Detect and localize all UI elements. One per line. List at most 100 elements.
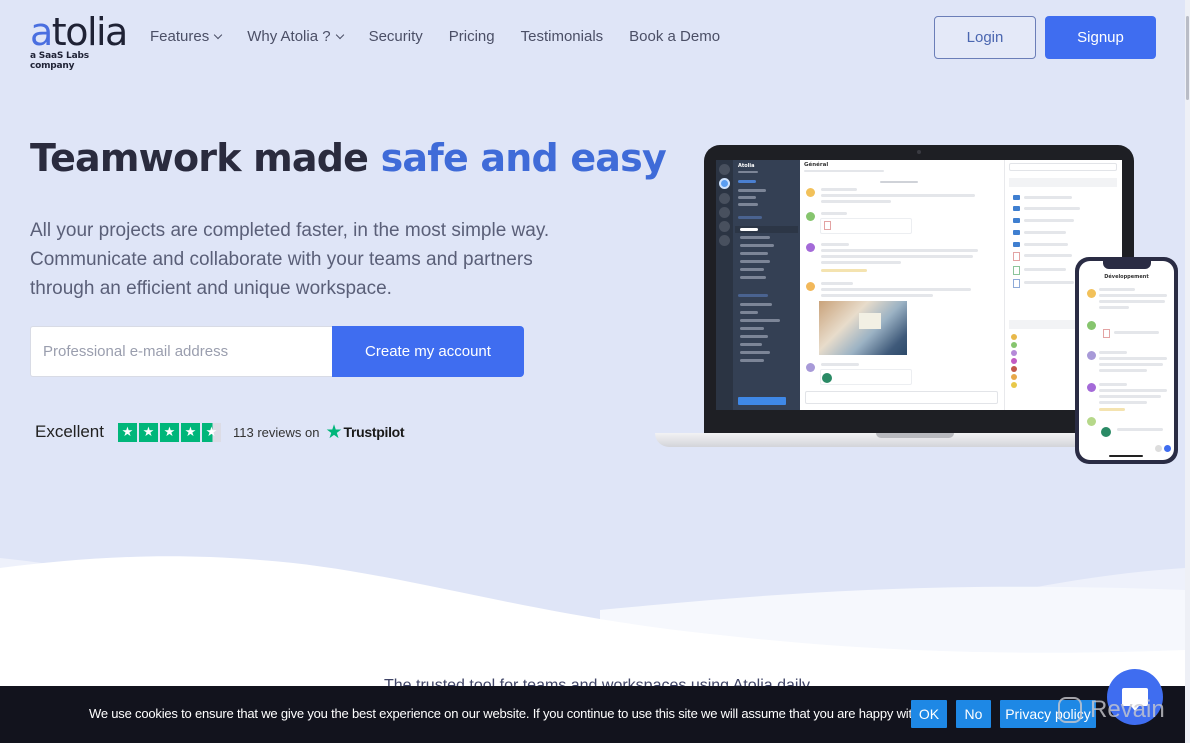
placeholder-line	[1024, 243, 1068, 246]
trustpilot-brand: Trustpilot	[343, 424, 405, 440]
nav-book-demo[interactable]: Book a Demo	[629, 28, 720, 45]
laptop-notch	[876, 433, 954, 438]
placeholder-line	[821, 243, 849, 246]
placeholder-line	[1024, 281, 1074, 284]
nav-security[interactable]: Security	[369, 28, 423, 45]
trustpilot-review-count: 113 reviews on	[232, 424, 320, 440]
scrollbar-thumb[interactable]	[1186, 16, 1189, 100]
login-button[interactable]: Login	[934, 16, 1036, 59]
email-input[interactable]	[30, 326, 332, 377]
workspace-dot-active	[719, 178, 730, 189]
avatar	[1087, 383, 1096, 392]
star-icon: ★	[117, 422, 137, 442]
main-nav: Features Why Atolia ? Security Pricing T…	[150, 28, 746, 45]
placeholder-line	[821, 255, 973, 258]
avatar	[806, 282, 815, 291]
spreadsheet-file-icon	[1013, 266, 1020, 275]
placeholder-line	[1099, 395, 1161, 398]
placeholder-line	[740, 268, 764, 271]
star-icon: ★	[159, 422, 179, 442]
folder-icon	[1013, 242, 1020, 247]
avatar	[806, 363, 815, 372]
workspace-dot	[719, 164, 730, 175]
workspace-dot	[719, 221, 730, 232]
member-avatar	[1011, 342, 1017, 348]
folder-icon	[1013, 195, 1020, 200]
signup-form: Create my account	[30, 326, 524, 377]
pdf-file-icon	[824, 221, 831, 230]
emoji-icon	[1155, 445, 1162, 452]
placeholder-line	[821, 249, 978, 252]
placeholder-line	[738, 189, 766, 192]
member-avatar	[1011, 358, 1017, 364]
workspace-dot	[719, 207, 730, 218]
placeholder-line	[740, 276, 766, 279]
placeholder-line	[1099, 401, 1147, 404]
cookie-no-button[interactable]: No	[956, 700, 991, 728]
placeholder-line	[740, 228, 758, 231]
nav-pricing[interactable]: Pricing	[449, 28, 495, 45]
placeholder-line	[1024, 268, 1066, 271]
send-icon	[1164, 445, 1171, 452]
call-attachment	[820, 369, 912, 385]
nav-testimonials[interactable]: Testimonials	[521, 28, 604, 45]
placeholder-line	[1099, 389, 1167, 392]
laptop-screen: Atolia Général	[716, 160, 1122, 410]
nav-security-label: Security	[368, 28, 423, 45]
message-input	[805, 391, 998, 404]
workspace-dot	[719, 235, 730, 246]
star-icon: ★	[180, 422, 200, 442]
create-account-button[interactable]: Create my account	[332, 326, 524, 377]
revain-logo-icon	[1058, 697, 1082, 723]
trustpilot-widget[interactable]: Excellent ★ ★ ★ ★ ★ 113 reviews on ★ Tru…	[35, 422, 405, 442]
placeholder-line	[821, 261, 901, 264]
chat-panel: Général	[800, 160, 1000, 410]
member-avatar	[1011, 350, 1017, 356]
avatar	[806, 243, 815, 252]
page-scrollbar[interactable]	[1185, 0, 1190, 743]
placeholder-line	[738, 180, 756, 183]
pdf-file-icon	[1013, 252, 1020, 261]
placeholder-line	[740, 244, 774, 247]
shared-photo	[819, 301, 907, 355]
phone-screen: Développement	[1079, 261, 1174, 460]
placeholder-line	[740, 335, 768, 338]
cookie-message: We use cookies to ensure that we give yo…	[89, 706, 932, 721]
placeholder-line	[821, 194, 975, 197]
avatar	[1087, 417, 1096, 426]
trustpilot-rating-label: Excellent	[35, 422, 104, 441]
channel-name: Général	[804, 162, 829, 168]
placeholder-line	[1099, 306, 1129, 309]
placeholder-line	[821, 188, 857, 191]
invite-button	[738, 397, 786, 405]
workspace-rail	[716, 160, 733, 410]
placeholder-line	[1024, 219, 1074, 222]
search-box	[1009, 163, 1117, 171]
workspace-dot	[719, 193, 730, 204]
placeholder-line	[804, 170, 884, 172]
document-file-icon	[1013, 279, 1020, 288]
placeholder-line	[738, 216, 762, 219]
nav-book-demo-label: Book a Demo	[629, 28, 721, 45]
cookie-ok-button[interactable]: OK	[911, 700, 947, 728]
placeholder-line	[1117, 428, 1163, 431]
workspace-name: Atolia	[738, 163, 755, 169]
nav-features[interactable]: Features	[150, 28, 223, 45]
placeholder-line	[738, 196, 756, 199]
site-header: atolia a SaaS Labs company Features Why …	[0, 0, 1185, 80]
placeholder-line	[738, 171, 758, 173]
nav-why-atolia[interactable]: Why Atolia ?	[247, 28, 344, 45]
atolia-logo[interactable]: atolia a SaaS Labs company	[30, 13, 130, 71]
phone-channel-name: Développement	[1104, 274, 1149, 280]
placeholder-line	[1099, 294, 1167, 297]
member-avatar	[1011, 334, 1017, 340]
watermark-text: Revain	[1090, 696, 1165, 723]
placeholder-line	[821, 288, 971, 291]
laptop-camera	[917, 150, 921, 154]
chevron-down-icon	[213, 30, 223, 40]
signup-button[interactable]: Signup	[1045, 16, 1156, 59]
placeholder-line	[738, 203, 758, 206]
placeholder-line	[1024, 196, 1072, 199]
folder-icon	[1013, 218, 1020, 223]
avatar	[1087, 321, 1096, 330]
